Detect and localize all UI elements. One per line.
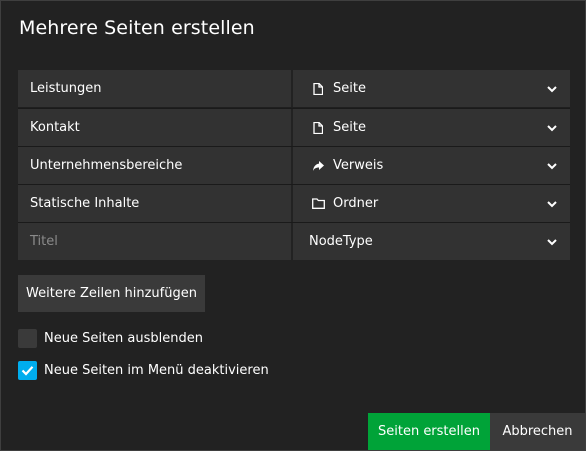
disable-menu-label: Neue Seiten im Menü deaktivieren: [44, 363, 269, 378]
create-pages-button[interactable]: Seiten erstellen: [368, 413, 490, 450]
document-icon: [311, 121, 325, 135]
dialog-title: Mehrere Seiten erstellen: [19, 17, 255, 39]
node-type-label: Seite: [333, 120, 366, 135]
page-title-input[interactable]: Kontakt: [18, 109, 293, 146]
chevron-down-icon: [546, 236, 558, 248]
table-row: Statische Inhalte Ordner: [18, 184, 570, 222]
page-title-input[interactable]: Titel: [18, 223, 293, 260]
node-type-select[interactable]: NodeType: [293, 223, 570, 260]
cancel-button[interactable]: Abbrechen: [490, 413, 585, 450]
node-type-label: Seite: [333, 81, 366, 96]
disable-menu-checkbox[interactable]: [18, 361, 37, 380]
hide-pages-checkbox[interactable]: [18, 329, 37, 348]
page-title-input[interactable]: Leistungen: [18, 70, 293, 107]
node-type-placeholder: NodeType: [309, 234, 373, 249]
chevron-down-icon: [546, 198, 558, 210]
checkmark-icon: [21, 366, 34, 376]
add-rows-button[interactable]: Weitere Zeilen hinzufügen: [18, 275, 205, 312]
node-type-select[interactable]: Verweis: [293, 147, 570, 184]
create-pages-dialog: Mehrere Seiten erstellen Leistungen Seit…: [0, 0, 586, 451]
node-type-label: Ordner: [333, 196, 379, 211]
table-row: Titel NodeType: [18, 222, 570, 260]
share-arrow-icon: [311, 159, 325, 173]
page-title-input[interactable]: Statische Inhalte: [18, 185, 293, 222]
node-type-select[interactable]: Ordner: [293, 185, 570, 222]
table-row: Kontakt Seite: [18, 108, 570, 146]
page-title-input[interactable]: Unternehmensbereiche: [18, 147, 293, 184]
document-icon: [311, 82, 325, 96]
node-type-select[interactable]: Seite: [293, 109, 570, 146]
chevron-down-icon: [546, 160, 558, 172]
disable-menu-option[interactable]: Neue Seiten im Menü deaktivieren: [18, 361, 269, 380]
node-type-select[interactable]: Seite: [293, 70, 570, 107]
chevron-down-icon: [546, 83, 558, 95]
hide-pages-option[interactable]: Neue Seiten ausblenden: [18, 329, 203, 348]
folder-icon: [311, 197, 325, 211]
chevron-down-icon: [546, 122, 558, 134]
table-row: Unternehmensbereiche Verweis: [18, 146, 570, 184]
hide-pages-label: Neue Seiten ausblenden: [44, 331, 203, 346]
node-type-label: Verweis: [333, 158, 384, 173]
pages-table: Leistungen Seite Kontakt Seite Unternehm…: [18, 70, 570, 260]
table-row: Leistungen Seite: [18, 70, 570, 108]
